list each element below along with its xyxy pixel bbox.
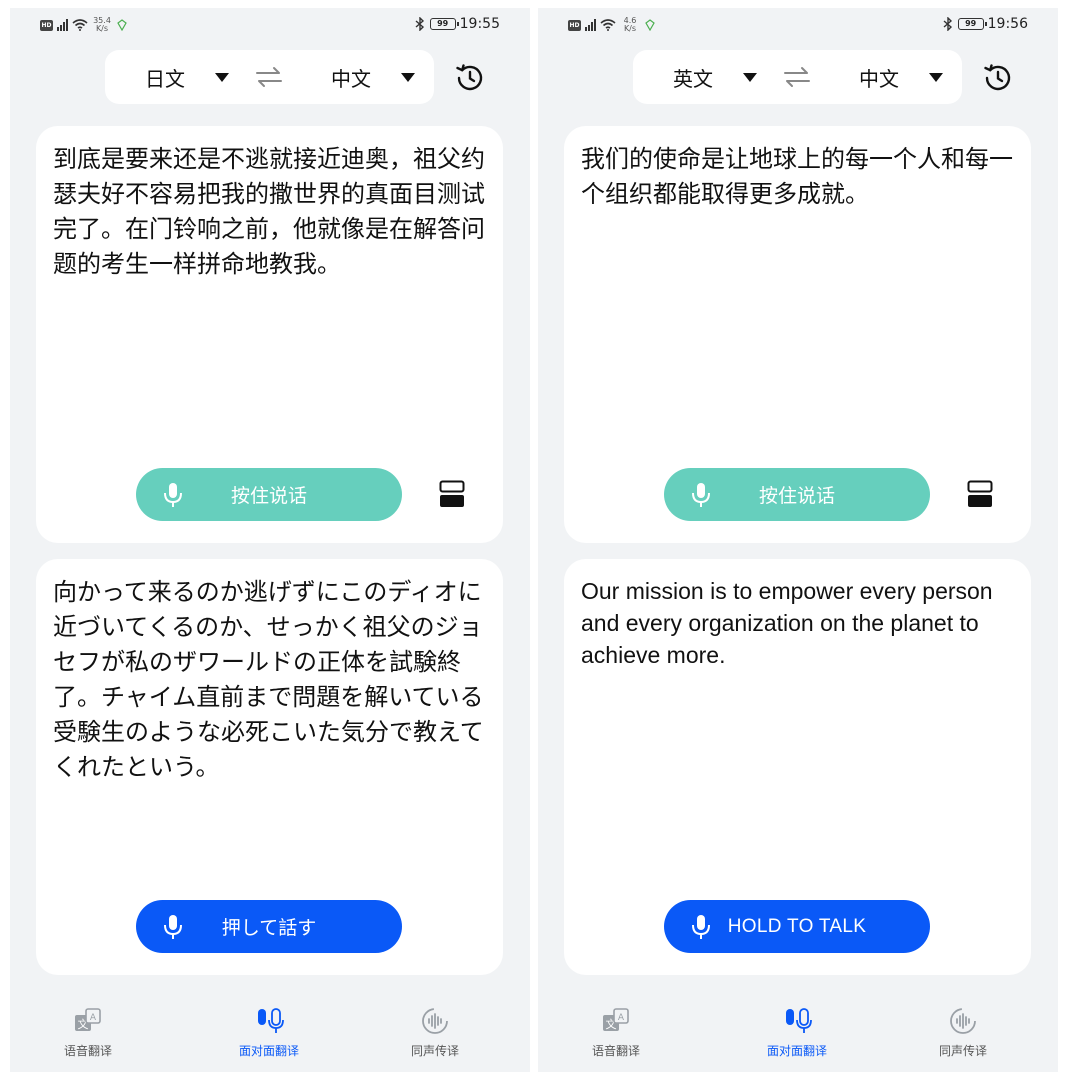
- chevron-down-icon: [743, 72, 757, 82]
- green-shield-icon: [117, 19, 127, 31]
- hold-to-talk-button-english[interactable]: HOLD TO TALK: [664, 900, 930, 953]
- talk-button-label: 按住说话: [230, 485, 307, 507]
- source-text: Our mission is to empower every person a…: [581, 578, 993, 668]
- split-view-toggle-icon[interactable]: [967, 480, 993, 508]
- bluetooth-icon: [415, 17, 424, 31]
- split-view-toggle-icon[interactable]: [439, 480, 465, 508]
- source-language-dropdown[interactable]: 日文: [145, 50, 229, 104]
- battery-icon: 99: [429, 18, 459, 30]
- hold-to-talk-button-japanese[interactable]: 押して話す: [136, 900, 402, 953]
- dual-mic-icon: [258, 1008, 284, 1033]
- hd-voice-icon: HD: [568, 19, 581, 31]
- svg-text:A: A: [618, 1013, 625, 1023]
- swap-languages-icon[interactable]: [255, 66, 283, 88]
- green-shield-icon: [645, 19, 655, 31]
- target-language-dropdown[interactable]: 中文: [859, 50, 943, 104]
- network-speed: 35.4 K/s: [93, 16, 111, 33]
- microphone-icon: [692, 915, 710, 939]
- language-selector: 英文 中文: [633, 50, 962, 104]
- target-language-label: 中文: [859, 66, 899, 91]
- talk-button-label: HOLD TO TALK: [727, 915, 867, 937]
- microphone-icon: [164, 483, 182, 507]
- text-translate-icon: 文 A: [603, 1008, 629, 1031]
- tab-simultaneous-interpretation[interactable]: 同声传译: [903, 998, 1023, 1059]
- nav-label: 同声传译: [410, 1044, 459, 1058]
- dual-mic-icon: [786, 1008, 812, 1033]
- microphone-icon: [164, 915, 182, 939]
- language-selector: 日文 中文: [105, 50, 434, 104]
- source-language-dropdown[interactable]: 英文: [673, 50, 757, 104]
- nav-label: 语音翻译: [63, 1044, 112, 1058]
- text-translate-icon: 文 A: [75, 1008, 101, 1031]
- bottom-navigation: 文 A 语音翻译 面对面翻译 同声传译: [10, 998, 530, 1068]
- tab-face-to-face-translation[interactable]: 面对面翻译: [209, 998, 329, 1059]
- translation-card-bottom: Our mission is to empower every person a…: [564, 559, 1031, 975]
- clock: 19:56: [987, 16, 1028, 32]
- tab-simultaneous-interpretation[interactable]: 同声传译: [375, 998, 495, 1059]
- status-bar: HD 35.4 K/s 99 19:55: [10, 8, 530, 42]
- translation-card-top: 到底是要来还是不逃就接近迪奥，祖父约瑟夫好不容易把我的撒世界的真面目测试完了。在…: [36, 126, 503, 543]
- bottom-navigation: 文 A 语音翻译 面对面翻译 同声传译: [538, 998, 1058, 1068]
- tab-face-to-face-translation[interactable]: 面对面翻译: [737, 998, 857, 1059]
- cellular-signal-icon: [57, 19, 68, 31]
- phone-screen-english-chinese: HD 4.6 K/s 99 19:56 英文 中文 我们的使命是让地球上的每一个…: [538, 8, 1058, 1072]
- target-language-dropdown[interactable]: 中文: [331, 50, 415, 104]
- nav-label: 语音翻译: [591, 1044, 640, 1058]
- nav-label: 面对面翻译: [766, 1044, 827, 1058]
- hd-voice-icon: HD: [40, 19, 53, 31]
- simultaneous-interpret-icon: [950, 1008, 976, 1034]
- history-icon[interactable]: [982, 62, 1014, 94]
- tab-voice-translation[interactable]: 文 A 语音翻译: [556, 998, 676, 1059]
- translation-card-bottom: 向かって来るのか逃げずにこのディオに近づいてくるのか、せっかく祖父のジョセフが私…: [36, 559, 503, 975]
- history-icon[interactable]: [454, 62, 486, 94]
- wifi-icon: [600, 19, 616, 31]
- phone-screen-japanese-chinese: HD 35.4 K/s 99 19:55 日文 中文 到底是要来还是不逃就接近迪…: [10, 8, 530, 1072]
- nav-label: 同声传译: [938, 1044, 987, 1058]
- simultaneous-interpret-icon: [422, 1008, 448, 1034]
- chevron-down-icon: [401, 72, 415, 82]
- cellular-signal-icon: [585, 19, 596, 31]
- svg-text:A: A: [90, 1013, 97, 1023]
- talk-button-label: 押して話す: [221, 917, 317, 939]
- nav-label: 面对面翻译: [238, 1044, 299, 1058]
- translated-text: 到底是要来还是不逃就接近迪奥，祖父约瑟夫好不容易把我的撒世界的真面目测试完了。在…: [53, 145, 485, 278]
- chevron-down-icon: [215, 72, 229, 82]
- translated-text: 我们的使命是让地球上的每一个人和每一个组织都能取得更多成就。: [581, 145, 1013, 208]
- talk-button-label: 按住说话: [758, 485, 835, 507]
- bluetooth-icon: [943, 17, 952, 31]
- source-text: 向かって来るのか逃げずにこのディオに近づいてくるのか、せっかく祖父のジョセフが私…: [53, 578, 484, 781]
- swap-languages-icon[interactable]: [783, 66, 811, 88]
- chevron-down-icon: [929, 72, 943, 82]
- network-speed: 4.6 K/s: [623, 16, 637, 33]
- source-language-label: 日文: [145, 66, 185, 91]
- wifi-icon: [72, 19, 88, 31]
- source-language-label: 英文: [673, 66, 713, 91]
- tab-voice-translation[interactable]: 文 A 语音翻译: [28, 998, 148, 1059]
- battery-icon: 99: [957, 18, 987, 30]
- status-bar: HD 4.6 K/s 99 19:56: [538, 8, 1058, 42]
- translation-card-top: 我们的使命是让地球上的每一个人和每一个组织都能取得更多成就。 按住说话: [564, 126, 1031, 543]
- hold-to-talk-button-chinese[interactable]: 按住说话: [136, 468, 402, 521]
- microphone-icon: [692, 483, 710, 507]
- target-language-label: 中文: [331, 66, 371, 91]
- hold-to-talk-button-chinese[interactable]: 按住说话: [664, 468, 930, 521]
- clock: 19:55: [459, 16, 500, 32]
